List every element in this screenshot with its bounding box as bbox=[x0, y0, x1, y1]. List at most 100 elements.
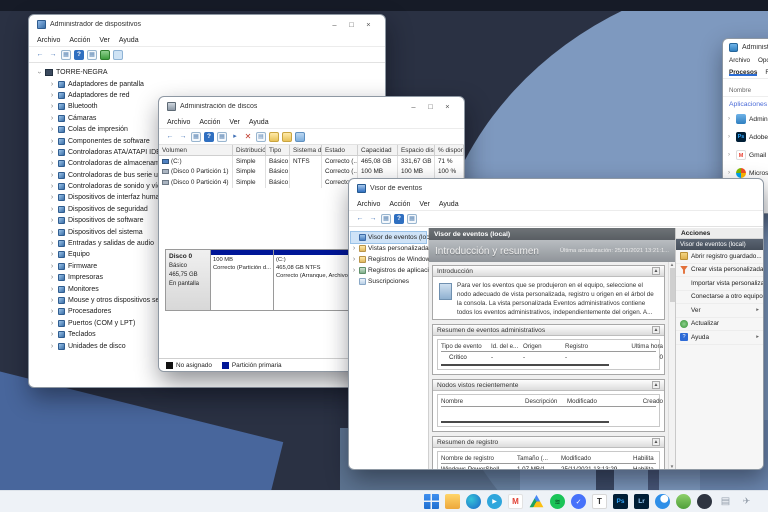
section-header[interactable]: Nodos vistos recientemente ▲ bbox=[433, 380, 664, 391]
chevron-right-icon[interactable]: › bbox=[49, 320, 55, 327]
close-button[interactable]: × bbox=[439, 102, 456, 111]
section-header[interactable]: Resumen de registro ▲ bbox=[433, 437, 664, 448]
chevron-right-icon[interactable]: › bbox=[728, 134, 733, 140]
back-icon[interactable]: ← bbox=[35, 50, 45, 60]
action-connect-other-computer[interactable]: Conectarse a otro equipo... bbox=[676, 291, 763, 304]
menu-item[interactable]: Acción bbox=[389, 201, 410, 208]
column-header[interactable]: Tipo de evento bbox=[441, 343, 491, 350]
back-icon[interactable]: ← bbox=[165, 132, 175, 142]
column-header[interactable]: % disponible bbox=[435, 145, 464, 155]
table-row[interactable]: Windows PowerShell 1,07 MB/1... 25/11/20… bbox=[441, 464, 656, 470]
minimize-button[interactable]: – bbox=[405, 102, 422, 111]
chevron-right-icon[interactable]: › bbox=[49, 194, 55, 201]
forward-icon[interactable]: → bbox=[48, 50, 58, 60]
chevron-right-icon[interactable]: › bbox=[351, 256, 357, 263]
chevron-right-icon[interactable]: › bbox=[49, 297, 55, 304]
name-column-header[interactable]: Nombre bbox=[723, 79, 768, 97]
title-bar[interactable]: Administrador... bbox=[723, 39, 768, 55]
column-header[interactable]: Tamaño (... bbox=[517, 455, 561, 462]
column-header[interactable]: Registro bbox=[565, 343, 613, 350]
taskbar-icon-edge[interactable] bbox=[466, 494, 481, 509]
column-header[interactable]: Modificado bbox=[561, 455, 633, 462]
chevron-right-icon[interactable]: › bbox=[49, 138, 55, 145]
menu-item[interactable]: Archivo bbox=[729, 57, 750, 64]
taskbar-icon-photoshop[interactable]: Ps bbox=[613, 494, 628, 509]
open-icon[interactable]: ▸ bbox=[230, 132, 240, 142]
new-volume-icon[interactable] bbox=[269, 131, 279, 142]
action-view[interactable]: Ver ▸ bbox=[676, 304, 763, 318]
chevron-right-icon[interactable]: › bbox=[49, 343, 55, 350]
back-icon[interactable]: ← bbox=[355, 214, 365, 224]
taskbar-icon-ticktick[interactable]: ✓ bbox=[571, 494, 586, 509]
title-bar[interactable]: Visor de eventos bbox=[349, 179, 763, 198]
tree-root-computer[interactable]: › TORRE-NEGRA bbox=[36, 67, 385, 78]
taskbar-icon-start[interactable] bbox=[424, 494, 439, 509]
column-header[interactable]: Capacidad bbox=[358, 145, 398, 155]
taskbar-icon-telegram[interactable]: ▶ bbox=[487, 494, 502, 509]
chevron-right-icon[interactable]: › bbox=[49, 263, 55, 270]
chevron-right-icon[interactable]: › bbox=[49, 274, 55, 281]
chevron-right-icon[interactable]: › bbox=[728, 116, 733, 122]
maximize-button[interactable]: □ bbox=[422, 102, 439, 111]
taskbar-icon-paint-drop[interactable] bbox=[655, 494, 670, 509]
title-bar[interactable]: Administración de discos – □ × bbox=[159, 97, 464, 116]
chevron-right-icon[interactable]: › bbox=[728, 170, 733, 176]
help-icon[interactable]: ? bbox=[74, 49, 84, 60]
menu-item[interactable]: Acción bbox=[199, 119, 220, 126]
volume-row[interactable]: (Disco 0 Partición 1) Simple Básico Corr… bbox=[159, 166, 464, 177]
close-button[interactable]: × bbox=[360, 20, 377, 29]
properties-icon[interactable]: ▦ bbox=[87, 49, 97, 60]
column-header[interactable]: Nombre de registro bbox=[441, 455, 517, 462]
chevron-right-icon[interactable]: › bbox=[49, 240, 55, 247]
column-header[interactable]: Id. del e... bbox=[491, 343, 523, 350]
column-header[interactable]: Tipo bbox=[266, 145, 290, 155]
chevron-right-icon[interactable]: › bbox=[49, 217, 55, 224]
section-header[interactable]: Introducción ▲ bbox=[433, 266, 664, 277]
chevron-right-icon[interactable]: › bbox=[351, 267, 357, 274]
volume-row[interactable]: (C:) Simple Básico NTFS Correcto (... 46… bbox=[159, 156, 464, 167]
console-tree-item[interactable]: › Registros de Windows bbox=[351, 254, 434, 265]
properties-icon[interactable]: ▦ bbox=[217, 131, 227, 142]
menu-item[interactable]: Archivo bbox=[37, 37, 60, 44]
disk0-header[interactable]: Disco 0 Básico 465,75 GB En pantalla bbox=[165, 249, 211, 311]
table-row[interactable]: Crítico - - - 0 bbox=[441, 352, 663, 362]
menu-item[interactable]: Opciones bbox=[758, 57, 768, 64]
taskbar-icon-gmail[interactable]: M bbox=[508, 494, 523, 509]
chevron-right-icon[interactable]: › bbox=[49, 103, 55, 110]
scroll-down-icon[interactable]: ▼ bbox=[670, 464, 674, 469]
taskbar-icon-explorer[interactable] bbox=[445, 494, 460, 509]
console-tree-item[interactable]: Suscripciones bbox=[351, 276, 426, 287]
horizontal-scrollbar[interactable] bbox=[441, 364, 609, 366]
taskbar-icon-notion[interactable]: T bbox=[592, 494, 607, 509]
chevron-down-icon[interactable]: › bbox=[36, 70, 43, 76]
action-create-custom-view[interactable]: Crear vista personalizada... bbox=[676, 264, 763, 277]
menu-item[interactable]: Ver bbox=[229, 119, 240, 126]
extend-volume-icon[interactable] bbox=[282, 131, 292, 142]
collapse-icon[interactable]: ▲ bbox=[652, 326, 660, 334]
horizontal-scrollbar[interactable] bbox=[441, 421, 609, 423]
process-row[interactable]: › Ps Adobe Phot... bbox=[723, 128, 768, 146]
chevron-right-icon[interactable]: › bbox=[49, 81, 55, 88]
tab[interactable]: Procesos bbox=[729, 69, 757, 76]
partition-block[interactable]: 100 MB Correcto (Partición d... bbox=[211, 250, 274, 310]
menu-item[interactable]: Ver bbox=[99, 37, 110, 44]
menu-item[interactable]: Archivo bbox=[357, 201, 380, 208]
menu-item[interactable]: Ayuda bbox=[119, 37, 139, 44]
chevron-right-icon[interactable]: › bbox=[49, 172, 55, 179]
column-header[interactable]: Estado bbox=[322, 145, 358, 155]
taskbar-icon-dark-app[interactable] bbox=[697, 494, 712, 509]
collapse-icon[interactable]: ▲ bbox=[652, 267, 660, 275]
help-icon[interactable]: ? bbox=[394, 213, 404, 224]
menu-item[interactable]: Ver bbox=[419, 201, 430, 208]
collapse-icon[interactable]: ▲ bbox=[652, 381, 660, 389]
taskbar-icon-printer[interactable]: ▤ bbox=[718, 494, 733, 509]
menu-item[interactable]: Ayuda bbox=[439, 201, 459, 208]
scroll-up-icon[interactable]: ▲ bbox=[670, 262, 674, 267]
taskbar-icon-spotify[interactable]: ≋ bbox=[550, 494, 565, 509]
chevron-right-icon[interactable]: › bbox=[49, 126, 55, 133]
chevron-right-icon[interactable]: › bbox=[49, 92, 55, 99]
menu-item[interactable]: Archivo bbox=[167, 119, 190, 126]
help-icon[interactable]: ? bbox=[204, 131, 214, 142]
shrink-volume-icon[interactable] bbox=[295, 131, 305, 142]
properties-icon[interactable]: ▦ bbox=[407, 213, 417, 224]
